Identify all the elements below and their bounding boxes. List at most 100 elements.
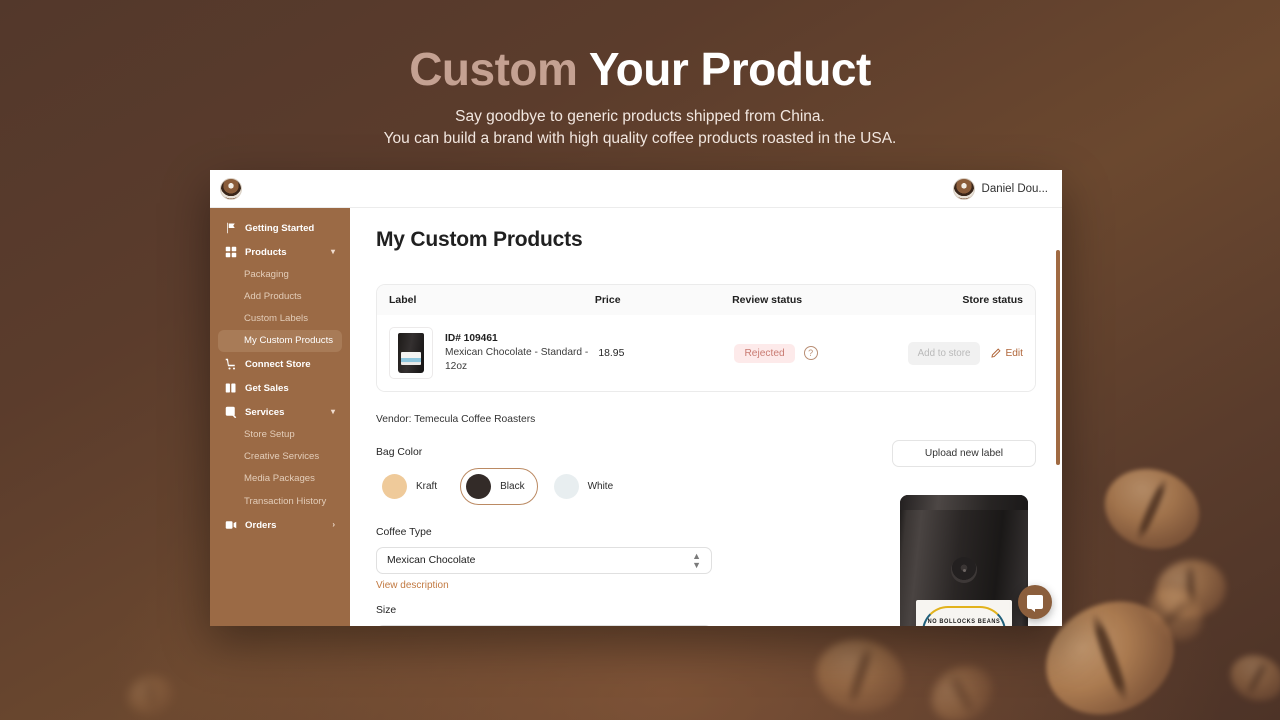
main-content: My Custom Products Label Price Review st… <box>350 208 1062 626</box>
coffee-bean-decoration <box>123 670 179 720</box>
sidebar-item-label: Transaction History <box>244 496 327 507</box>
hero-title-muted: Custom <box>409 43 578 95</box>
product-id: ID# 109461 <box>445 332 498 344</box>
sidebar-item-custom-labels[interactable]: Custom Labels <box>218 308 342 330</box>
color-name: White <box>587 481 614 492</box>
table-header-row: Label Price Review status Store status <box>377 285 1035 315</box>
sidebar-item-label: Get Sales <box>245 382 289 394</box>
coffee-bag-thumbnail <box>389 327 433 379</box>
add-to-store-button[interactable]: Add to store <box>907 341 981 365</box>
column-header-review-status: Review status <box>732 294 803 306</box>
cart-icon <box>225 358 236 370</box>
table-row[interactable]: ID# 109461 Mexican Chocolate - Standard … <box>377 315 1035 391</box>
question-mark-icon[interactable]: ? <box>803 346 818 360</box>
bag-color-option-black[interactable]: Black <box>460 468 538 505</box>
coffee-bean-decoration <box>1223 647 1280 709</box>
color-swatch-white <box>553 474 579 499</box>
sidebar-item-store-setup[interactable]: Store Setup <box>218 424 342 446</box>
sidebar-item-label: Packaging <box>244 269 289 280</box>
products-table: Label Price Review status Store status I… <box>376 284 1036 392</box>
orders-icon <box>225 521 237 529</box>
color-swatch-kraft <box>382 474 407 499</box>
page-root: Custom Your Product Say goodbye to gener… <box>0 0 1280 720</box>
hero-title: Custom Your Product <box>0 42 1280 96</box>
edit-button[interactable]: Edit <box>991 348 1023 359</box>
pencil-icon <box>991 348 1002 358</box>
coffee-type-value: Mexican Chocolate <box>387 555 476 566</box>
chevron-right-icon: › <box>332 520 335 529</box>
chat-bubble-icon[interactable] <box>1018 585 1052 619</box>
sidebar-item-connect-store[interactable]: Connect Store <box>218 352 342 376</box>
color-swatch-black <box>466 474 492 499</box>
sidebar-item-media-packages[interactable]: Media Packages <box>218 468 342 490</box>
sidebar-item-label: Add Products <box>244 291 302 302</box>
bag-color-option-kraft[interactable]: Kraft <box>376 468 450 505</box>
hero-subtitle-line2: You can build a brand with high quality … <box>383 130 897 147</box>
chevron-down-icon: ▾ <box>330 247 335 256</box>
product-description: Mexican Chocolate - Standard - 12oz <box>445 346 589 372</box>
app-topbar: Daniel Dou... <box>210 170 1062 208</box>
bag-color-option-white[interactable]: White <box>548 468 627 505</box>
grid-icon <box>225 246 237 258</box>
sidebar-item-add-products[interactable]: Add Products <box>218 286 342 308</box>
sidebar-item-creative-services[interactable]: Creative Services <box>218 446 342 468</box>
app-body: Getting Started Products ▾ Packaging Add… <box>210 208 1062 626</box>
column-header-store-status: Store status <box>962 294 1024 306</box>
sidebar-item-get-sales[interactable]: Get Sales <box>218 376 342 400</box>
review-status-cell: Rejected ? <box>734 343 905 363</box>
bag-brand-text: NO BOLLOCKS BEANS <box>927 618 1001 626</box>
size-select[interactable]: ▲▼ <box>376 625 712 626</box>
user-menu[interactable]: Daniel Dou... <box>952 177 1048 200</box>
store-status-cell: Add to store Edit <box>905 341 1023 365</box>
book-icon <box>225 383 236 393</box>
product-price: 18.95 <box>598 347 625 359</box>
scrollbar-thumb[interactable] <box>1056 250 1060 465</box>
coffee-type-select[interactable]: Mexican Chocolate ▲ ▼ <box>376 547 712 574</box>
coffee-bean-decoration <box>920 654 1004 720</box>
hero-title-main: Your Product <box>577 43 871 95</box>
edit-label: Edit <box>1005 347 1023 359</box>
sidebar-item-orders[interactable]: Orders › <box>218 513 342 537</box>
vertical-scrollbar[interactable] <box>1056 250 1060 626</box>
color-name: Black <box>500 481 525 492</box>
coffee-bean-decoration <box>1094 457 1210 561</box>
sidebar-item-label: Products <box>245 246 287 258</box>
coffee-bean-decoration <box>809 631 911 720</box>
app-window: Daniel Dou... Getting Started Products ▾… <box>210 170 1062 626</box>
sidebar-item-label: Connect Store <box>245 358 311 370</box>
page-title: My Custom Products <box>376 228 583 251</box>
chevron-down-icon: ▾ <box>330 407 335 416</box>
avatar-icon <box>952 177 975 200</box>
column-header-label: Label <box>389 294 417 306</box>
vendor-text: Vendor: Temecula Coffee Roasters <box>376 414 536 425</box>
sidebar-item-services[interactable]: Services ▾ <box>218 400 342 424</box>
coffee-bag-image: NO BOLLOCKS BEANS - - MEXICAN CHOCOLATE <box>900 495 1028 626</box>
flag-icon <box>227 222 235 234</box>
sidebar-item-label: Creative Services <box>244 451 320 462</box>
sidebar-item-label: Store Setup <box>244 429 295 440</box>
hero-subtitle-line1: Say goodbye to generic products shipped … <box>455 108 825 125</box>
stepper-arrows-icon: ▲ ▼ <box>692 550 701 570</box>
sidebar: Getting Started Products ▾ Packaging Add… <box>210 208 350 626</box>
status-badge: Rejected <box>734 343 795 363</box>
column-header-price: Price <box>594 294 621 306</box>
color-name: Kraft <box>416 481 438 492</box>
services-icon <box>225 406 237 418</box>
sidebar-item-packaging[interactable]: Packaging <box>218 264 342 286</box>
sidebar-item-label: Orders <box>245 519 277 531</box>
bag-valve-icon <box>951 557 977 583</box>
sidebar-item-products[interactable]: Products ▾ <box>218 240 342 264</box>
sidebar-item-getting-started[interactable]: Getting Started <box>218 216 342 240</box>
hero-section: Custom Your Product Say goodbye to gener… <box>0 42 1280 150</box>
sidebar-item-label: Custom Labels <box>244 313 308 324</box>
product-info: ID# 109461 Mexican Chocolate - Standard … <box>445 333 598 374</box>
sidebar-item-label: Services <box>245 406 285 418</box>
sidebar-item-my-custom-products[interactable]: My Custom Products <box>218 330 342 352</box>
sidebar-item-label: My Custom Products <box>244 335 334 346</box>
label-panel: Upload new label NO BOLLOCKS BEANS - - M… <box>892 440 1036 626</box>
sidebar-item-label: Media Packages <box>244 473 315 484</box>
upload-new-label-button[interactable]: Upload new label <box>892 440 1036 467</box>
sidebar-item-label: Getting Started <box>245 222 315 234</box>
brand-logo-icon[interactable] <box>220 177 242 200</box>
sidebar-item-transaction-history[interactable]: Transaction History <box>218 490 342 513</box>
